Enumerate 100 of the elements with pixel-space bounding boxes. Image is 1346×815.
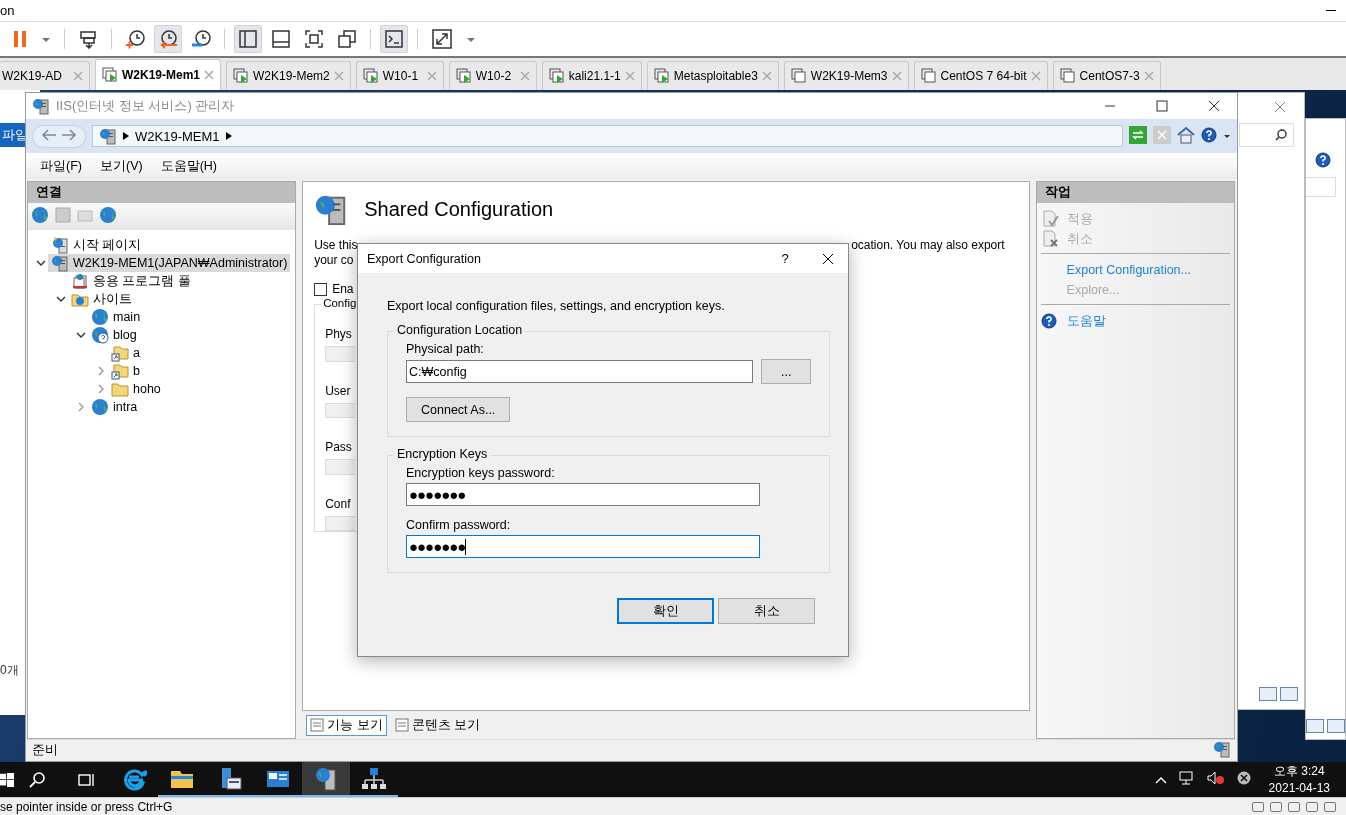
- vm-tab[interactable]: W2K19-Mem1: [95, 59, 222, 90]
- refresh-icon[interactable]: [1129, 125, 1147, 147]
- menu-item[interactable]: 도움말(H): [160, 157, 217, 175]
- server-icon: [51, 236, 69, 254]
- device-icon[interactable]: [1288, 801, 1300, 812]
- window-title: IIS(인터넷 정보 서비스) 관리자: [56, 97, 235, 115]
- snapshot-revert-icon[interactable]: [154, 25, 182, 53]
- input-field[interactable]: [325, 346, 356, 362]
- tree-item[interactable]: b: [108, 362, 143, 380]
- server-icon: [51, 254, 69, 272]
- menu-item[interactable]: 파일(F): [40, 157, 82, 175]
- arrow-icon: [225, 132, 232, 140]
- vm-tab[interactable]: W2K19-Mem3: [783, 61, 909, 90]
- home-icon[interactable]: [1177, 125, 1195, 147]
- vm-tab[interactable]: Metasploitable3: [646, 61, 779, 90]
- action-link[interactable]: 도움말: [1040, 311, 1230, 331]
- list-view-icon: [310, 718, 325, 732]
- globe-icon: [91, 308, 109, 326]
- folder-shortcut-icon: [111, 362, 129, 380]
- page-title: Shared Configuration: [364, 197, 554, 221]
- view-icon[interactable]: [1280, 687, 1298, 701]
- path-field[interactable]: C:₩config: [406, 360, 754, 383]
- tree-item[interactable]: 시작 페이지: [48, 236, 145, 254]
- tree-item[interactable]: a: [108, 344, 143, 362]
- address-bar[interactable]: W2K19-MEM1: [92, 125, 1123, 147]
- sidebar-icon[interactable]: [234, 25, 262, 53]
- device-icon[interactable]: [1324, 801, 1336, 812]
- tree-item[interactable]: hoho: [108, 380, 164, 398]
- tree-item[interactable]: 사이트: [68, 290, 135, 308]
- menu-item[interactable]: 보기(V): [99, 157, 143, 175]
- help-icon[interactable]: [1315, 152, 1331, 171]
- device-icon[interactable]: [1270, 801, 1282, 812]
- globe-icon: [91, 398, 109, 416]
- help-button[interactable]: ?: [772, 251, 798, 266]
- field-label: Encryption keys password:: [406, 466, 556, 480]
- view-tab[interactable]: 기능 보기: [306, 714, 387, 736]
- vm-tab[interactable]: W2K19-Mem2: [226, 61, 351, 90]
- input-field[interactable]: [325, 515, 356, 531]
- folder-icon: [111, 380, 129, 398]
- browse-button[interactable]: ...: [761, 359, 811, 384]
- iis-icon: [32, 97, 50, 115]
- field-label: Phys: [325, 327, 352, 341]
- folder-shortcut-icon: [111, 344, 129, 362]
- tree-item[interactable]: 응용 프로그램 풀: [68, 272, 194, 290]
- status-text: se pointer inside or press Ctrl+G: [0, 799, 173, 814]
- clock-time[interactable]: 오후 3:24: [1273, 762, 1325, 780]
- tree-item[interactable]: main: [88, 308, 144, 326]
- connect-as-button[interactable]: Connect As...: [406, 397, 511, 422]
- search-field[interactable]: [1239, 123, 1294, 147]
- group-title: Config: [321, 297, 359, 309]
- network-icon[interactable]: [1178, 771, 1195, 788]
- view-icon[interactable]: [1327, 719, 1345, 733]
- vm-tab[interactable]: W10-1: [355, 61, 444, 90]
- panel-title: 작업: [1036, 182, 1234, 203]
- field-label: User: [325, 383, 351, 398]
- breadcrumb-item[interactable]: W2K19-MEM1: [135, 128, 220, 144]
- vm-tab[interactable]: W2K19-AD: [0, 61, 90, 90]
- dialog-button[interactable]: 확인: [617, 598, 714, 624]
- vm-tab[interactable]: CentOS 7 64-bit: [913, 61, 1048, 90]
- help-icon[interactable]: [1201, 126, 1217, 146]
- help-icon: [1040, 313, 1057, 329]
- clock-date[interactable]: 2021-04-13: [1268, 779, 1330, 797]
- view-icon[interactable]: [1306, 719, 1324, 733]
- description-text: Use this: [314, 238, 358, 253]
- input-field[interactable]: [325, 402, 356, 418]
- tree-item[interactable]: blog: [88, 326, 140, 344]
- intro-text: Export local configuration files, settings, and encryption keys.: [387, 299, 726, 313]
- input-field[interactable]: [1306, 177, 1336, 197]
- input-field[interactable]: [325, 459, 356, 475]
- password-field[interactable]: ●●●●●●●: [406, 483, 760, 506]
- field-label: Physical path:: [406, 342, 485, 356]
- vm-tab[interactable]: W10-2: [448, 61, 537, 90]
- tree-item[interactable]: W2K19-MEM1(JAPAN₩Administrator): [48, 254, 291, 272]
- document-check-icon: [1040, 210, 1059, 228]
- search-icon: [1275, 129, 1287, 141]
- vm-tab[interactable]: kali21.1-1: [541, 61, 642, 90]
- document-cross-icon: [1040, 230, 1059, 248]
- collapse-icon[interactable]: [74, 330, 88, 340]
- checkbox-label: Ena: [332, 282, 354, 296]
- device-icon[interactable]: [1306, 801, 1318, 812]
- device-icon[interactable]: [1252, 801, 1264, 812]
- dialog-title: Export Configuration: [367, 251, 482, 266]
- password-field[interactable]: ●●●●●●●: [406, 535, 760, 558]
- collapse-icon[interactable]: [34, 258, 48, 268]
- view-tab[interactable]: 콘텐츠 보기: [390, 714, 485, 736]
- globe-question-icon: [91, 326, 109, 344]
- action-link[interactable]: Export Configuration...: [1040, 260, 1230, 280]
- iis-icon[interactable]: [302, 762, 350, 797]
- vm-tab[interactable]: CentOS7-3: [1052, 61, 1161, 90]
- window-title: on: [0, 3, 15, 18]
- tree-item[interactable]: intra: [88, 398, 141, 416]
- dialog-button[interactable]: 취소: [718, 598, 815, 624]
- field-label: Pass: [325, 440, 352, 454]
- console-icon[interactable]: [380, 25, 408, 53]
- field-label: Conf: [325, 496, 351, 511]
- arrow-icon: [123, 132, 129, 140]
- collapse-icon[interactable]: [54, 294, 68, 304]
- checkbox[interactable]: [314, 282, 328, 296]
- view-icon[interactable]: [1259, 687, 1277, 701]
- status-text: 준비: [32, 742, 58, 759]
